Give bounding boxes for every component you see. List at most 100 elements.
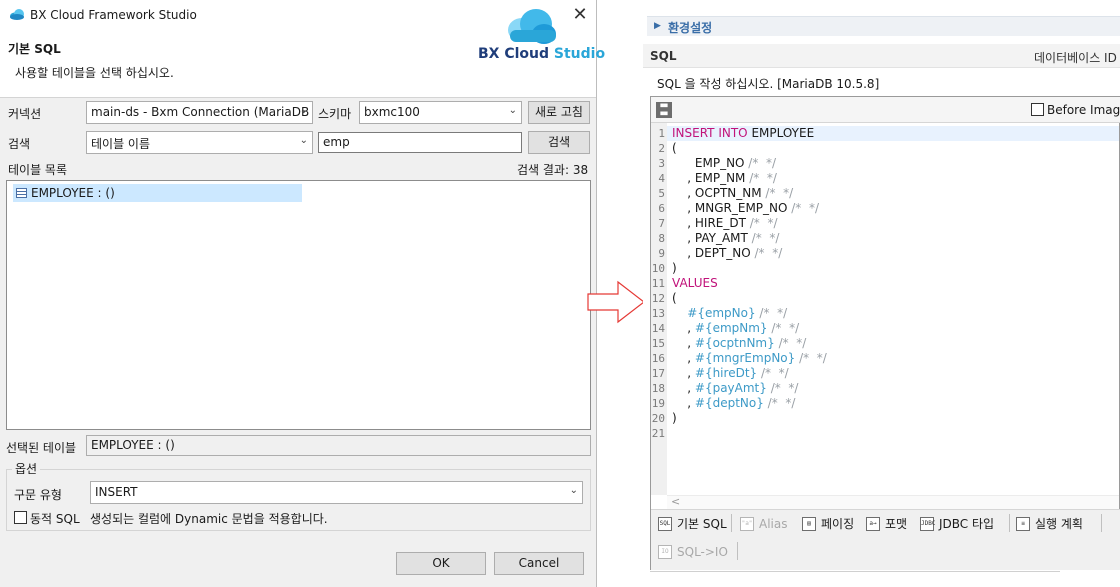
chevron-down-icon: ⌄ [569, 485, 578, 496]
sql-io-icon: IO [658, 545, 672, 559]
table-item-label: EMPLOYEE : () [31, 186, 115, 200]
sql-editor: ■■ ■■ Before Image 1 2 3 4 5 6 7 8 9 10 11 12 13 14 15 1… [650, 96, 1120, 570]
table-list-item[interactable]: EMPLOYEE : () [13, 184, 302, 202]
bind-parameter: #{empNm} [694, 321, 768, 335]
code-line: #{empNo} /* */ [672, 306, 827, 321]
line-number: 13 [651, 307, 665, 320]
code-line: ( [672, 141, 677, 155]
line-number: 15 [651, 337, 665, 350]
arrow-right-icon [587, 280, 645, 324]
code-comment: /* */ [766, 381, 799, 395]
cloud-icon [10, 9, 24, 20]
syntax-type-select[interactable]: INSERT ⌄ [90, 481, 583, 504]
column-name: OCPTN_NM [694, 186, 762, 200]
schema-label: 스키마 [318, 107, 352, 121]
cancel-button[interactable]: Cancel [494, 552, 584, 575]
column-name: EMP_NM [694, 171, 746, 185]
scroll-left-icon[interactable]: < [671, 495, 680, 508]
tab-alias[interactable]: "a" Alias [739, 513, 787, 535]
tab-divider [737, 542, 738, 560]
bind-parameter: #{empNo} [687, 306, 756, 320]
table-list[interactable]: EMPLOYEE : () [6, 180, 591, 430]
logo-text: BX Cloud Studio [478, 46, 605, 62]
panel-bottom-border [650, 571, 1060, 572]
tab-explain-plan[interactable]: ≡ 실행 계획 [1015, 513, 1083, 535]
line-number: 21 [651, 427, 665, 440]
line-number: 12 [651, 292, 665, 305]
code-comment: /* */ [745, 216, 778, 230]
code-comment: /* */ [745, 171, 777, 185]
page-title: 기본 SQL [8, 42, 61, 56]
schema-value: bxmc100 [364, 105, 420, 119]
line-number: 16 [651, 352, 665, 365]
line-number: 1 [658, 127, 665, 140]
paging-icon: ▤ [802, 517, 816, 531]
code-line: , #{hireDt} /* */ [672, 366, 789, 380]
column-name: PAY_AMT [694, 231, 748, 245]
table-list-label: 테이블 목록 [8, 163, 68, 177]
bind-parameter: #{deptNo} [694, 396, 764, 410]
chevron-down-icon: ⌄ [299, 105, 308, 116]
line-number: 5 [658, 187, 665, 200]
code-line: , #{empNm} /* */ [672, 321, 800, 335]
code-line: INSERT INTO EMPLOYEE [672, 126, 827, 141]
dynamic-sql-checkbox[interactable] [14, 511, 27, 524]
sql-editor-panel: ▶ 환경설정 SQL 데이터베이스 ID SQL 을 작성 하십시오. [Mar… [643, 0, 1120, 587]
before-image-label: Before Image [1047, 103, 1120, 117]
sql-header-label: SQL [650, 49, 677, 63]
tab-format[interactable]: a→ 포맷 [865, 513, 907, 535]
sql-code[interactable]: INSERT INTO EMPLOYEE ( EMP_NO /* */ , EM… [672, 126, 827, 441]
code-comment: /* */ [763, 396, 796, 410]
settings-section[interactable]: ▶ 환경설정 [647, 16, 1120, 36]
dynamic-sql-label[interactable]: 동적 SQL [30, 510, 80, 527]
chevron-down-icon: ⌄ [299, 135, 308, 146]
jdbc-icon: JDBC [920, 517, 935, 531]
code-comment: /* */ [750, 246, 783, 260]
code-line: , PAY_AMT /* */ [672, 231, 780, 245]
refresh-button[interactable]: 새로 고침 [528, 101, 590, 124]
tab-sql-io[interactable]: IO SQL->IO [657, 541, 728, 563]
format-icon: a→ [866, 517, 880, 531]
connection-value: main-ds - Bxm Connection (MariaDB [91, 105, 310, 119]
code-comment: /* */ [747, 231, 780, 245]
code-comment: /* */ [774, 336, 807, 350]
code-line: , #{ocptnNm} /* */ [672, 336, 807, 350]
tab-divider [731, 514, 732, 532]
before-image-checkbox[interactable] [1031, 103, 1044, 116]
code-line: ( [672, 291, 677, 305]
code-comment: /* */ [787, 201, 819, 215]
code-comment: /* */ [744, 156, 777, 170]
code-line: , #{payAmt} /* */ [672, 381, 799, 395]
line-number: 6 [658, 202, 665, 215]
triangle-right-icon: ▶ [654, 21, 661, 31]
line-number: 8 [658, 232, 665, 245]
code-comment: /* */ [757, 366, 789, 380]
sql-keyword: INSERT INTO [672, 126, 748, 140]
tab-jdbc-type[interactable]: JDBC JDBC 타입 [919, 513, 994, 535]
search-type-select[interactable]: 테이블 이름 ⌄ [86, 131, 313, 154]
line-number: 11 [651, 277, 665, 290]
tab-divider [1101, 514, 1102, 532]
search-input[interactable]: emp [318, 132, 522, 153]
dynamic-sql-description: 생성되는 컬럼에 Dynamic 문법을 적용합니다. [90, 512, 328, 526]
bind-parameter: #{payAmt} [694, 381, 767, 395]
before-image-option[interactable]: Before Image [1031, 103, 1120, 117]
selected-table-label: 선택된 테이블 [6, 441, 77, 455]
code-line: , #{mngrEmpNo} /* */ [672, 351, 827, 365]
connection-select[interactable]: main-ds - Bxm Connection (MariaDB ⌄ [86, 101, 313, 124]
page-description: 사용할 테이블을 선택 하십시오. [15, 66, 174, 80]
chevron-down-icon: ⌄ [508, 105, 517, 116]
schema-select[interactable]: bxmc100 ⌄ [359, 101, 522, 124]
code-line: , HIRE_DT /* */ [672, 216, 778, 230]
search-label: 검색 [8, 137, 31, 151]
line-number: 9 [658, 247, 665, 260]
tab-paging[interactable]: ▤ 페이징 [801, 513, 854, 535]
alias-icon: "a" [740, 517, 754, 531]
options-group-title: 옵션 [12, 460, 41, 477]
sql-template-icon[interactable]: ■■ ■■ [656, 102, 672, 118]
horizontal-scrollbar[interactable]: < [667, 495, 1119, 509]
search-button[interactable]: 검색 [528, 131, 590, 154]
ok-button[interactable]: OK [396, 552, 486, 575]
tab-basic-sql[interactable]: SQL 기본 SQL [657, 513, 727, 535]
